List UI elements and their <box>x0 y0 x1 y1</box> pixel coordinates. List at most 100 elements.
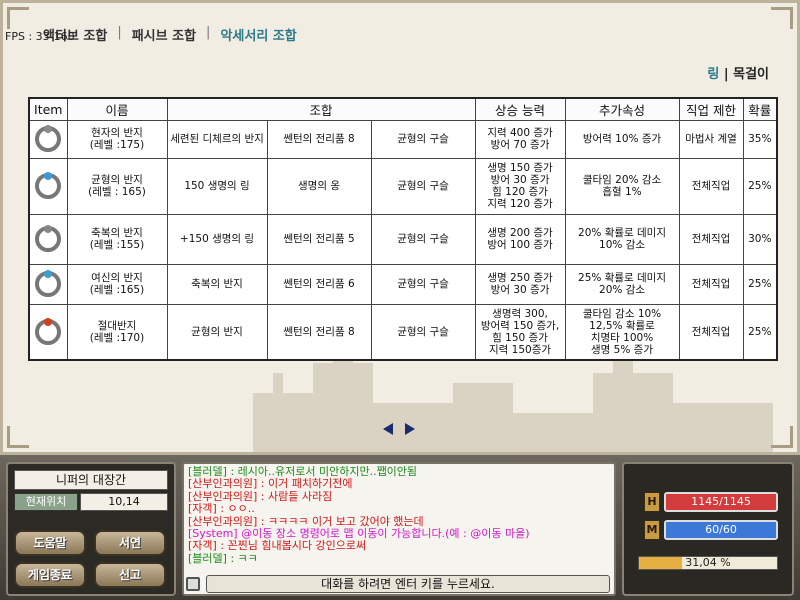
stat-line: 방어 30 증가 <box>490 284 550 296</box>
ring-gem <box>44 125 53 133</box>
material-cell: 균형의 구슬 <box>370 263 476 305</box>
chat-input[interactable]: 대화를 하려면 엔터 키를 누르세요. <box>206 575 610 593</box>
sage-ring-icon[interactable] <box>35 125 62 152</box>
extra-line: 12,5% 확률로 <box>589 319 655 332</box>
extra-line: 20% 확률로 데미지 <box>578 227 666 239</box>
item-name: 여신의 반지 <box>91 272 143 284</box>
subtab-separator: | <box>723 67 734 82</box>
material-cell: 균형의 반지 <box>166 303 268 361</box>
mp-text: 60/60 <box>705 523 737 536</box>
material-cell: 150 생명의 링 <box>166 157 268 215</box>
table-header-row: Item 이름 조합 상승 능력 추가속성 직업 제한 확률 <box>28 97 778 121</box>
item-name: 현자의 반지 <box>91 127 143 139</box>
extra-cell: 20% 확률로 데미지 10% 감소 <box>564 213 680 265</box>
ring-gem <box>44 270 53 278</box>
next-page-arrow-icon[interactable] <box>405 423 415 435</box>
tab-accessory-combination[interactable]: 악세서리 조합 <box>210 25 306 44</box>
extra-line: 방어력 10% 증가 <box>582 133 662 145</box>
extra-line: 쿨타임 감소 10% <box>582 307 662 320</box>
probability-cell: 25% <box>742 157 778 215</box>
extra-cell: 25% 확률로 데미지 20% 감소 <box>564 263 680 305</box>
item-icon-cell <box>28 157 68 215</box>
job-cell: 마법사 계열 <box>678 119 744 159</box>
book-button[interactable]: 서연 <box>94 530 166 556</box>
material-cell: 균형의 구슬 <box>370 157 476 215</box>
extra-cell: 쿨타임 20% 감소 흡혈 1% <box>564 157 680 215</box>
stat-line: 힘 150 증가 <box>492 331 548 344</box>
item-icon-cell <box>28 263 68 305</box>
ring-gem <box>44 172 53 180</box>
table-row: 여신의 반지 (레벨 :165) 축복의 반지 쎈턴의 전리품 6 균형의 구슬 생명 2… <box>28 263 778 305</box>
extra-line: 20% 감소 <box>599 284 646 296</box>
chat-toggle-checkbox[interactable] <box>186 577 200 591</box>
col-header-job: 직업 제한 <box>678 97 744 121</box>
job-cell: 전체직업 <box>678 263 744 305</box>
ring-gem <box>44 317 53 326</box>
table-row: 축복의 반지 (레벨 :155) +150 생명의 링 쎈턴의 전리품 5 균형의 구슬… <box>28 213 778 265</box>
item-name-cell: 균형의 반지 (레벨 : 165) <box>66 157 168 215</box>
item-name-cell: 절대반지 (레벨 :170) <box>66 303 168 361</box>
material-cell: 쎈턴의 전리품 8 <box>266 303 372 361</box>
hp-row: H 1145/1145 <box>644 492 782 512</box>
probability-cell: 25% <box>742 263 778 305</box>
hp-badge: H <box>644 492 660 512</box>
col-header-name: 이름 <box>66 97 168 121</box>
quit-game-button[interactable]: 게임종료 <box>14 562 86 588</box>
frame-corner <box>771 426 793 448</box>
fps-counter: FPS : 33-160 <box>5 30 75 43</box>
report-button[interactable]: 신고 <box>94 562 166 588</box>
material-cell: 균형의 구슬 <box>370 213 476 265</box>
item-icon-cell <box>28 119 68 159</box>
job-cell: 전체직업 <box>678 213 744 265</box>
extra-line: 치명타 100% <box>590 331 654 344</box>
position-value: 10,14 <box>80 493 168 511</box>
col-header-extra: 추가속성 <box>564 97 680 121</box>
absolute-ring-icon[interactable] <box>35 317 62 345</box>
blessing-ring-icon[interactable] <box>35 225 62 252</box>
stat-line: 지력 120 증가 <box>487 198 553 210</box>
item-level: (레벨 :165) <box>89 284 145 296</box>
stat-line: 지력 400 증가 <box>487 127 553 139</box>
item-icon-cell <box>28 213 68 265</box>
tab-passive-combination[interactable]: 패시브 조합 <box>122 25 206 44</box>
page-nav <box>383 423 415 435</box>
extra-line: 쿨타임 20% 감소 <box>582 174 662 186</box>
col-header-item: Item <box>28 97 68 121</box>
item-name: 축복의 반지 <box>91 227 143 239</box>
chat-log[interactable]: [블러델] : 레시아..유저로서 미안하지만..쨉이안됨 [산부인과의원] : … <box>188 466 613 566</box>
item-name-cell: 현자의 반지 (레벨 :175) <box>66 119 168 159</box>
recipe-table: Item 이름 조합 상승 능력 추가속성 직업 제한 확률 현자의 반지 (레벨… <box>28 97 779 361</box>
material-cell: 균형의 구슬 <box>370 119 476 159</box>
table-row: 현자의 반지 (레벨 :175) 세련된 디체르의 반지 쎈턴의 전리품 8 균형의 구… <box>28 119 778 159</box>
stat-line: 방어 30 증가 <box>490 174 550 186</box>
item-icon-cell <box>28 303 68 361</box>
goddess-ring-icon[interactable] <box>35 270 62 297</box>
job-cell: 전체직업 <box>678 303 744 361</box>
help-button[interactable]: 도움말 <box>14 530 86 556</box>
material-cell: 쎈턴의 전리품 8 <box>266 119 372 159</box>
material-cell: 균형의 구슬 <box>370 303 476 361</box>
item-level: (레벨 :170) <box>89 331 145 344</box>
stat-line: 생명력 300, <box>492 307 548 320</box>
chat-line: [블러델] : ㅋㅋ <box>188 551 258 565</box>
prev-page-arrow-icon[interactable] <box>383 423 393 435</box>
balance-ring-icon[interactable] <box>35 172 62 199</box>
material-cell: 세련된 디체르의 반지 <box>166 119 268 159</box>
frame-corner <box>7 426 29 448</box>
subtab-ring[interactable]: 링 <box>707 67 719 82</box>
probability-cell: 30% <box>742 213 778 265</box>
map-name: 니퍼의 대장간 <box>14 470 168 490</box>
subtab-necklace[interactable]: 목걸이 <box>733 67 769 82</box>
col-header-stats: 상승 능력 <box>474 97 566 121</box>
position-label: 현재위치 <box>14 493 78 511</box>
item-level: (레벨 : 165) <box>88 186 146 198</box>
table-row: 균형의 반지 (레벨 : 165) 150 생명의 링 생명의 옹 균형의 구슬 생명 1… <box>28 157 778 215</box>
chat-line: [자객] : ㅇㅇ.. <box>188 502 255 516</box>
material-cell: 쎈턴의 전리품 5 <box>266 213 372 265</box>
extra-line: 흡혈 1% <box>602 186 642 198</box>
col-header-combination: 조합 <box>166 97 476 121</box>
frame-corner <box>7 7 29 29</box>
extra-cell: 방어력 10% 증가 <box>564 119 680 159</box>
recipe-window: 액티브 조합 | 패시브 조합 | 악세서리 조합 링 | 목걸이 Item 이… <box>0 0 800 455</box>
stat-line: 지력 150증가 <box>489 343 552 356</box>
